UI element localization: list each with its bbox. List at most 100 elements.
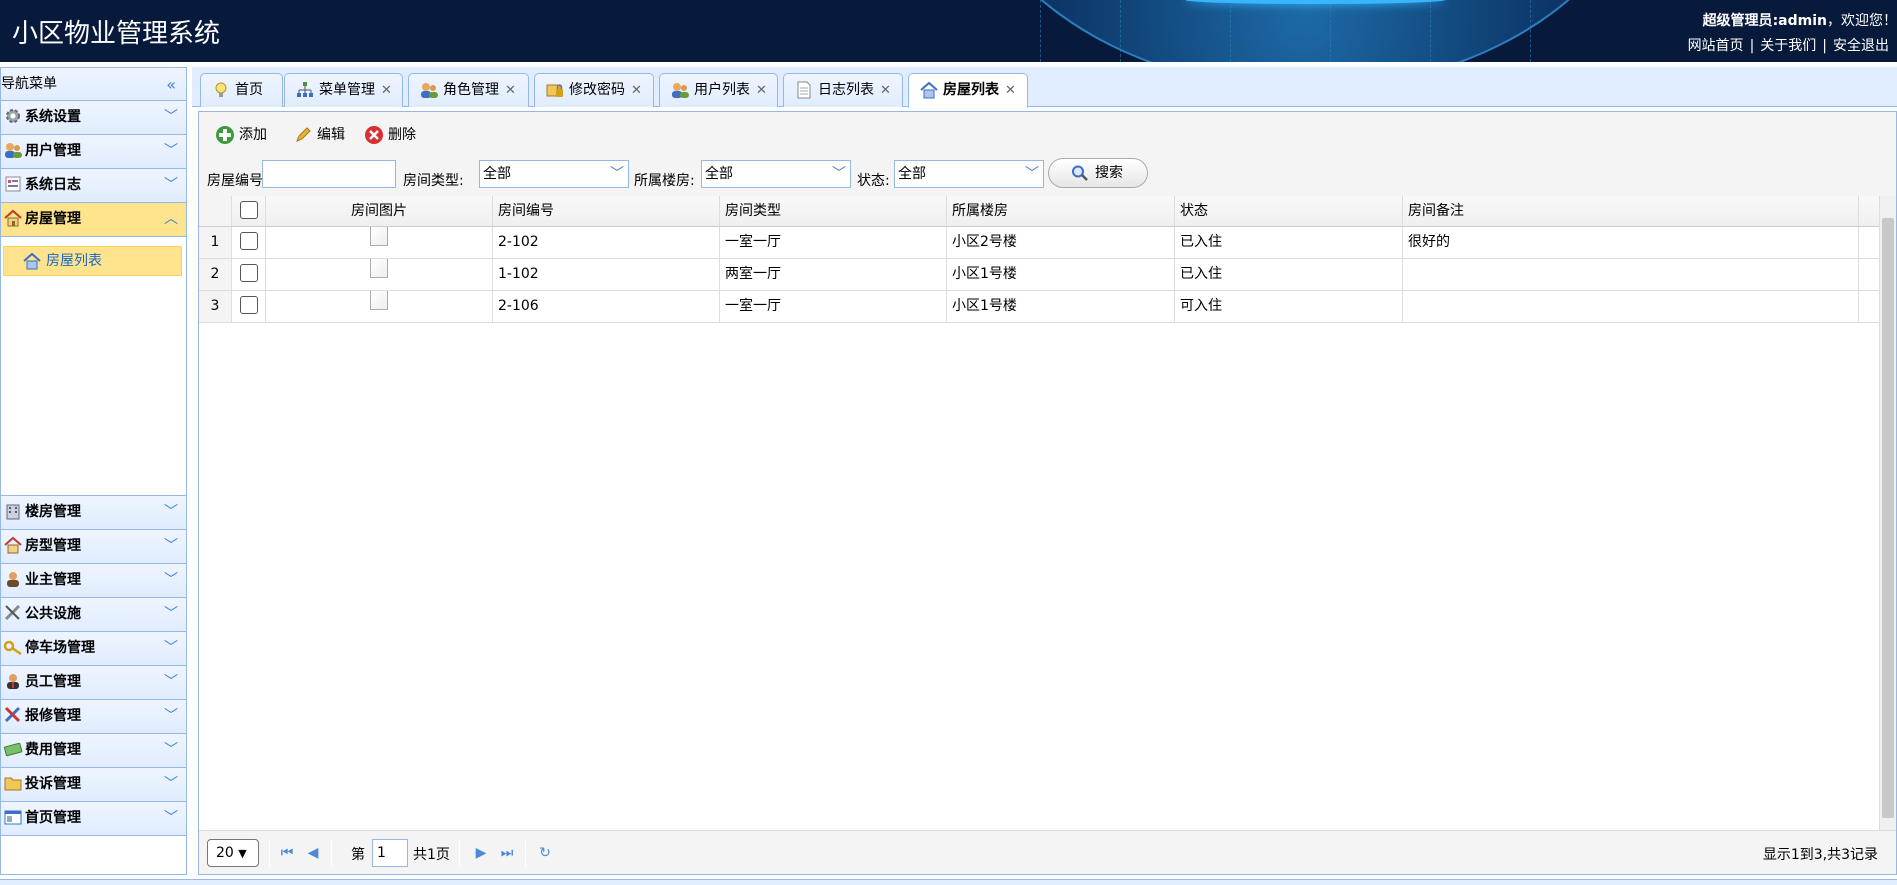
- chevron-down-icon[interactable]: ﹀: [828, 161, 850, 187]
- scrollbar-thumb[interactable]: [1882, 218, 1894, 818]
- page-total: 共1页: [413, 847, 450, 863]
- room-type: 一室一厅: [720, 291, 947, 322]
- select-all-checkbox[interactable]: [232, 196, 266, 226]
- link-logout[interactable]: 安全退出: [1833, 38, 1889, 54]
- house-icon: [4, 536, 22, 553]
- sidebar: 导航菜单 « 系统设置 ﹀ 用户管理 ﹀ 系统日志 ﹀ 房屋管理 ︿ 房屋列表 …: [0, 67, 187, 875]
- room-type: 两室一厅: [720, 259, 947, 290]
- sidebar-group-complaint-management[interactable]: 投诉管理 ﹀: [1, 768, 186, 802]
- status-select[interactable]: 全部 ﹀: [894, 160, 1044, 188]
- sidebar-group-room-type-management[interactable]: 房型管理 ﹀: [1, 530, 186, 564]
- row-number: 1: [199, 227, 232, 258]
- page-size-select[interactable]: 20 ▼: [207, 839, 259, 867]
- tab-role-management[interactable]: 角色管理 ✕: [408, 73, 529, 107]
- tab-house-list[interactable]: 房屋列表 ✕: [908, 73, 1028, 108]
- col-header-room-no[interactable]: 房间编号: [493, 196, 720, 226]
- sidebar-item-house-list[interactable]: 房屋列表: [3, 246, 182, 276]
- page-number-input[interactable]: 1: [372, 839, 408, 867]
- table-row[interactable]: 1 2-102 一室一厅 小区2号楼 已入住 很好的: [199, 227, 1880, 259]
- prev-page-icon[interactable]: ◀: [303, 843, 323, 863]
- room-type-select[interactable]: 全部 ﹀: [479, 160, 629, 188]
- col-header-status[interactable]: 状态: [1175, 196, 1403, 226]
- tab-strip: 首页 菜单管理 ✕ 角色管理 ✕ 修改密码 ✕ 用户列表 ✕ 日志列表 ✕ 房屋列表 ✕: [192, 67, 1897, 108]
- col-header-note[interactable]: 房间备注: [1403, 196, 1859, 226]
- close-icon[interactable]: ✕: [631, 83, 642, 98]
- sidebar-group-house-management[interactable]: 房屋管理 ︿: [1, 203, 186, 237]
- tab-home[interactable]: 首页: [200, 73, 283, 107]
- sidebar-group-homepage-management[interactable]: 首页管理 ﹀: [1, 802, 186, 836]
- building: 小区2号楼: [947, 227, 1175, 258]
- room-no: 2-102: [493, 227, 720, 258]
- search-button[interactable]: 搜索: [1048, 158, 1148, 188]
- tab-user-list[interactable]: 用户列表 ✕: [659, 73, 778, 107]
- sidebar-group-employee-management[interactable]: 员工管理 ﹀: [1, 666, 186, 700]
- room-type-label: 房间类型:: [403, 173, 464, 189]
- app-title: 小区物业管理系统: [12, 19, 221, 49]
- edit-button[interactable]: 编辑: [293, 123, 345, 147]
- building: 小区1号楼: [947, 291, 1175, 322]
- col-header-building[interactable]: 所属楼房: [947, 196, 1175, 226]
- link-about[interactable]: 关于我们: [1760, 38, 1816, 54]
- sidebar-group-repair-management[interactable]: 报修管理 ﹀: [1, 700, 186, 734]
- room-image: [266, 227, 493, 258]
- chevron-down-icon: ﹀: [164, 538, 178, 554]
- chevron-down-icon[interactable]: ﹀: [606, 161, 628, 187]
- room-no: 1-102: [493, 259, 720, 290]
- header-links: 网站首页 | 关于我们 | 安全退出: [1687, 38, 1889, 54]
- link-site-home[interactable]: 网站首页: [1688, 38, 1744, 54]
- collapse-sidebar-icon[interactable]: «: [166, 68, 176, 101]
- last-page-icon[interactable]: ⏭: [497, 843, 517, 863]
- users-icon: [421, 83, 438, 98]
- record-info: 显示1到3,共3记录: [1762, 847, 1878, 863]
- log-icon: [797, 81, 811, 99]
- note: [1403, 291, 1859, 322]
- first-page-icon[interactable]: ⏮: [277, 843, 297, 863]
- tab-log-list[interactable]: 日志列表 ✕: [783, 73, 903, 107]
- building: 小区1号楼: [947, 259, 1175, 290]
- building-select[interactable]: 全部 ﹀: [701, 160, 851, 188]
- user-name: admin: [1778, 13, 1827, 29]
- row-checkbox[interactable]: [232, 291, 266, 322]
- col-header-image[interactable]: 房间图片: [266, 196, 493, 226]
- row-checkbox[interactable]: [232, 227, 266, 258]
- close-icon[interactable]: ✕: [381, 83, 392, 98]
- add-icon: [216, 126, 234, 144]
- next-page-icon[interactable]: ▶: [471, 843, 491, 863]
- delete-button[interactable]: 删除: [364, 123, 416, 147]
- vertical-scrollbar[interactable]: [1879, 196, 1896, 830]
- status: 已入住: [1175, 227, 1403, 258]
- sidebar-group-public-facilities[interactable]: 公共设施 ﹀: [1, 598, 186, 632]
- close-icon[interactable]: ✕: [1005, 83, 1016, 98]
- close-icon[interactable]: ✕: [880, 83, 891, 98]
- sidebar-group-user-management[interactable]: 用户管理 ﹀: [1, 135, 186, 169]
- close-icon[interactable]: ✕: [505, 83, 516, 98]
- sidebar-group-system-settings[interactable]: 系统设置 ﹀: [1, 101, 186, 135]
- sidebar-group-fee-management[interactable]: 费用管理 ﹀: [1, 734, 186, 768]
- close-icon[interactable]: ✕: [756, 83, 767, 98]
- sidebar-group-parking-management[interactable]: 停车场管理 ﹀: [1, 632, 186, 666]
- sidebar-group-owner-management[interactable]: 业主管理 ﹀: [1, 564, 186, 598]
- status-label: 状态:: [857, 173, 890, 189]
- chevron-down-icon: ﹀: [164, 177, 178, 193]
- app-header: 小区物业管理系统 超级管理员:admin，欢迎您！ 网站首页 | 关于我们 | 安全退出: [0, 0, 1897, 62]
- room-image: [266, 259, 493, 290]
- sidebar-group-system-log[interactable]: 系统日志 ﹀: [1, 169, 186, 203]
- tab-menu-management[interactable]: 菜单管理 ✕: [284, 73, 403, 107]
- chevron-down-icon[interactable]: ﹀: [1021, 161, 1043, 187]
- tab-change-password[interactable]: 修改密码 ✕: [534, 73, 654, 107]
- add-button[interactable]: 添加: [215, 123, 267, 147]
- row-checkbox[interactable]: [232, 259, 266, 290]
- refresh-icon[interactable]: ↻: [535, 843, 555, 863]
- chevron-down-icon: ﹀: [164, 640, 178, 656]
- table-row[interactable]: 2 1-102 两室一厅 小区1号楼 已入住: [199, 259, 1880, 291]
- note: 很好的: [1403, 227, 1859, 258]
- layout-icon: [4, 810, 22, 824]
- col-header-room-type[interactable]: 房间类型: [720, 196, 947, 226]
- main-area: 首页 菜单管理 ✕ 角色管理 ✕ 修改密码 ✕ 用户列表 ✕ 日志列表 ✕ 房屋列表 ✕: [192, 67, 1897, 875]
- sidebar-group-building-management[interactable]: 楼房管理 ﹀: [1, 496, 186, 530]
- log-icon: [5, 176, 21, 191]
- house-no-input[interactable]: [262, 160, 396, 188]
- search-bar: 房屋编号: 房间类型: 全部 ﹀ 所属楼房: 全部 ﹀ 状态: 全部 ﹀ 搜索: [199, 156, 1896, 200]
- broken-image-icon: [370, 291, 388, 310]
- table-row[interactable]: 3 2-106 一室一厅 小区1号楼 可入住: [199, 291, 1880, 323]
